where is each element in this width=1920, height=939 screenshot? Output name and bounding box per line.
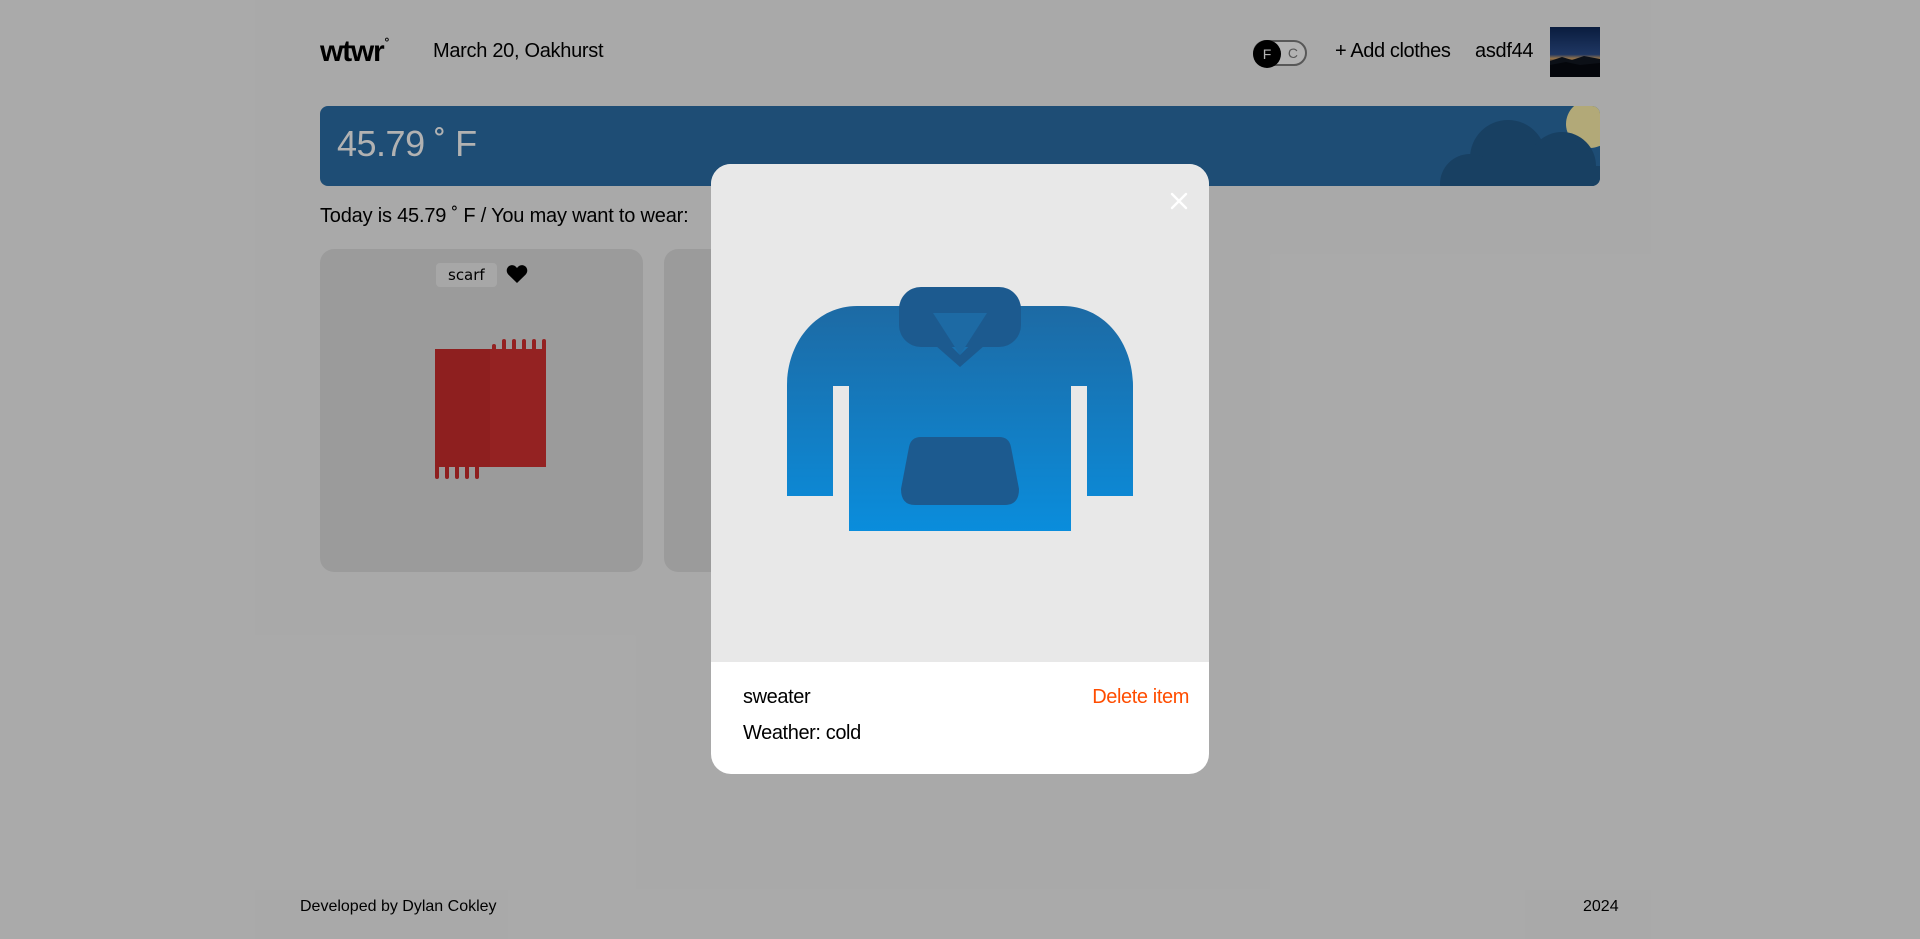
modal-image-area: [711, 164, 1209, 662]
page: wtwr° March 20, Oakhurst F C + Add cloth…: [0, 0, 1920, 939]
close-button[interactable]: [1164, 186, 1194, 216]
delete-item-button[interactable]: Delete item: [1092, 687, 1189, 707]
modal-weather-type: Weather: cold: [743, 722, 861, 744]
item-preview-modal: sweater Delete item Weather: cold: [711, 164, 1209, 774]
modal-item-name: sweater: [743, 686, 811, 708]
close-icon: [1170, 192, 1188, 210]
sweater-icon: [787, 287, 1133, 531]
